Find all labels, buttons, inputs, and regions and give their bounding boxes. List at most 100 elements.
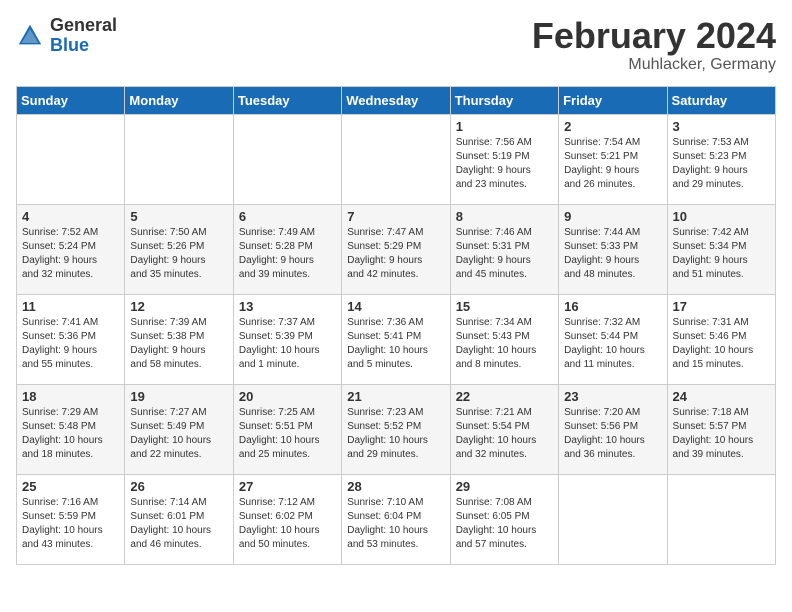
day-number: 9	[564, 209, 661, 224]
day-info: Sunrise: 7:23 AM Sunset: 5:52 PM Dayligh…	[347, 406, 444, 462]
day-number: 16	[564, 299, 661, 314]
calendar-cell: 9 Sunrise: 7:44 AM Sunset: 5:33 PM Daylig…	[559, 204, 667, 294]
calendar-cell	[559, 474, 667, 564]
weekday-header-row: SundayMondayTuesdayWednesdayThursdayFrid…	[17, 86, 776, 114]
calendar-cell: 28 Sunrise: 7:10 AM Sunset: 6:04 PM Dayli…	[342, 474, 450, 564]
day-info: Sunrise: 7:34 AM Sunset: 5:43 PM Dayligh…	[456, 316, 553, 372]
calendar-week-2: 4 Sunrise: 7:52 AM Sunset: 5:24 PM Daylig…	[17, 204, 776, 294]
calendar-cell: 24Sunrise: 7:18 AM Sunset: 5:57 PM Dayli…	[667, 384, 775, 474]
day-number: 22	[456, 389, 553, 404]
calendar-week-1: 1 Sunrise: 7:56 AM Sunset: 5:19 PM Daylig…	[17, 114, 776, 204]
day-number: 3	[673, 119, 770, 134]
day-info: Sunrise: 7:32 AM Sunset: 5:44 PM Dayligh…	[564, 316, 661, 372]
day-number: 12	[130, 299, 227, 314]
calendar-cell: 6 Sunrise: 7:49 AM Sunset: 5:28 PM Daylig…	[233, 204, 341, 294]
day-info: Sunrise: 7:53 AM Sunset: 5:23 PM Dayligh…	[673, 136, 770, 192]
day-number: 11	[22, 299, 119, 314]
calendar-cell: 23 Sunrise: 7:20 AM Sunset: 5:56 PM Dayli…	[559, 384, 667, 474]
day-number: 18	[22, 389, 119, 404]
day-number: 10	[673, 209, 770, 224]
day-info: Sunrise: 7:56 AM Sunset: 5:19 PM Dayligh…	[456, 136, 553, 192]
title-block: February 2024 Muhlacker, Germany	[532, 16, 776, 74]
day-number: 2	[564, 119, 661, 134]
calendar-cell: 12 Sunrise: 7:39 AM Sunset: 5:38 PM Dayli…	[125, 294, 233, 384]
calendar-cell: 13 Sunrise: 7:37 AM Sunset: 5:39 PM Dayli…	[233, 294, 341, 384]
day-info: Sunrise: 7:37 AM Sunset: 5:39 PM Dayligh…	[239, 316, 336, 372]
day-info: Sunrise: 7:29 AM Sunset: 5:48 PM Dayligh…	[22, 406, 119, 462]
day-info: Sunrise: 7:10 AM Sunset: 6:04 PM Dayligh…	[347, 496, 444, 552]
day-number: 27	[239, 479, 336, 494]
day-info: Sunrise: 7:21 AM Sunset: 5:54 PM Dayligh…	[456, 406, 553, 462]
day-number: 21	[347, 389, 444, 404]
day-number: 4	[22, 209, 119, 224]
day-number: 13	[239, 299, 336, 314]
day-number: 28	[347, 479, 444, 494]
calendar-cell: 18 Sunrise: 7:29 AM Sunset: 5:48 PM Dayli…	[17, 384, 125, 474]
day-info: Sunrise: 7:25 AM Sunset: 5:51 PM Dayligh…	[239, 406, 336, 462]
weekday-header-friday: Friday	[559, 86, 667, 114]
day-number: 19	[130, 389, 227, 404]
calendar-week-4: 18 Sunrise: 7:29 AM Sunset: 5:48 PM Dayli…	[17, 384, 776, 474]
weekday-header-wednesday: Wednesday	[342, 86, 450, 114]
calendar-cell: 19 Sunrise: 7:27 AM Sunset: 5:49 PM Dayli…	[125, 384, 233, 474]
calendar-cell: 2 Sunrise: 7:54 AM Sunset: 5:21 PM Daylig…	[559, 114, 667, 204]
calendar-week-5: 25 Sunrise: 7:16 AM Sunset: 5:59 PM Dayli…	[17, 474, 776, 564]
logo-blue: Blue	[50, 36, 117, 56]
calendar-cell	[233, 114, 341, 204]
day-info: Sunrise: 7:31 AM Sunset: 5:46 PM Dayligh…	[673, 316, 770, 372]
day-info: Sunrise: 7:49 AM Sunset: 5:28 PM Dayligh…	[239, 226, 336, 282]
day-info: Sunrise: 7:20 AM Sunset: 5:56 PM Dayligh…	[564, 406, 661, 462]
day-info: Sunrise: 7:16 AM Sunset: 5:59 PM Dayligh…	[22, 496, 119, 552]
weekday-header-thursday: Thursday	[450, 86, 558, 114]
calendar-cell: 5Sunrise: 7:50 AM Sunset: 5:26 PM Daylig…	[125, 204, 233, 294]
day-number: 17	[673, 299, 770, 314]
calendar-cell: 16 Sunrise: 7:32 AM Sunset: 5:44 PM Dayli…	[559, 294, 667, 384]
page-header: General Blue February 2024 Muhlacker, Ge…	[16, 16, 776, 74]
day-number: 25	[22, 479, 119, 494]
calendar-cell: 15 Sunrise: 7:34 AM Sunset: 5:43 PM Dayli…	[450, 294, 558, 384]
day-info: Sunrise: 7:44 AM Sunset: 5:33 PM Dayligh…	[564, 226, 661, 282]
calendar-cell: 14 Sunrise: 7:36 AM Sunset: 5:41 PM Dayli…	[342, 294, 450, 384]
calendar-cell: 11 Sunrise: 7:41 AM Sunset: 5:36 PM Dayli…	[17, 294, 125, 384]
calendar-cell: 27 Sunrise: 7:12 AM Sunset: 6:02 PM Dayli…	[233, 474, 341, 564]
day-info: Sunrise: 7:39 AM Sunset: 5:38 PM Dayligh…	[130, 316, 227, 372]
calendar-cell: 17 Sunrise: 7:31 AM Sunset: 5:46 PM Dayli…	[667, 294, 775, 384]
calendar-week-3: 11 Sunrise: 7:41 AM Sunset: 5:36 PM Dayli…	[17, 294, 776, 384]
weekday-header-tuesday: Tuesday	[233, 86, 341, 114]
calendar-cell: 3 Sunrise: 7:53 AM Sunset: 5:23 PM Daylig…	[667, 114, 775, 204]
day-info: Sunrise: 7:54 AM Sunset: 5:21 PM Dayligh…	[564, 136, 661, 192]
day-number: 20	[239, 389, 336, 404]
weekday-header-monday: Monday	[125, 86, 233, 114]
day-info: Sunrise: 7:42 AM Sunset: 5:34 PM Dayligh…	[673, 226, 770, 282]
weekday-header-sunday: Sunday	[17, 86, 125, 114]
day-info: Sunrise: 7:12 AM Sunset: 6:02 PM Dayligh…	[239, 496, 336, 552]
calendar-cell: 21 Sunrise: 7:23 AM Sunset: 5:52 PM Dayli…	[342, 384, 450, 474]
calendar-cell: 8Sunrise: 7:46 AM Sunset: 5:31 PM Daylig…	[450, 204, 558, 294]
day-info: Sunrise: 7:41 AM Sunset: 5:36 PM Dayligh…	[22, 316, 119, 372]
calendar-cell: 20 Sunrise: 7:25 AM Sunset: 5:51 PM Dayli…	[233, 384, 341, 474]
calendar-cell	[342, 114, 450, 204]
day-number: 6	[239, 209, 336, 224]
day-info: Sunrise: 7:08 AM Sunset: 6:05 PM Dayligh…	[456, 496, 553, 552]
calendar-cell: 29 Sunrise: 7:08 AM Sunset: 6:05 PM Dayli…	[450, 474, 558, 564]
day-number: 23	[564, 389, 661, 404]
day-number: 24	[673, 389, 770, 404]
day-info: Sunrise: 7:27 AM Sunset: 5:49 PM Dayligh…	[130, 406, 227, 462]
logo-text: General Blue	[50, 16, 117, 56]
logo-general: General	[50, 16, 117, 36]
day-number: 15	[456, 299, 553, 314]
logo-icon	[16, 22, 44, 50]
calendar-cell: 25 Sunrise: 7:16 AM Sunset: 5:59 PM Dayli…	[17, 474, 125, 564]
logo: General Blue	[16, 16, 117, 56]
day-info: Sunrise: 7:46 AM Sunset: 5:31 PM Dayligh…	[456, 226, 553, 282]
day-info: Sunrise: 7:50 AM Sunset: 5:26 PM Dayligh…	[130, 226, 227, 282]
calendar-cell: 26Sunrise: 7:14 AM Sunset: 6:01 PM Dayli…	[125, 474, 233, 564]
day-number: 26	[130, 479, 227, 494]
day-info: Sunrise: 7:36 AM Sunset: 5:41 PM Dayligh…	[347, 316, 444, 372]
day-number: 14	[347, 299, 444, 314]
calendar-title: February 2024	[532, 16, 776, 56]
day-number: 1	[456, 119, 553, 134]
day-info: Sunrise: 7:52 AM Sunset: 5:24 PM Dayligh…	[22, 226, 119, 282]
day-number: 29	[456, 479, 553, 494]
calendar-cell	[125, 114, 233, 204]
